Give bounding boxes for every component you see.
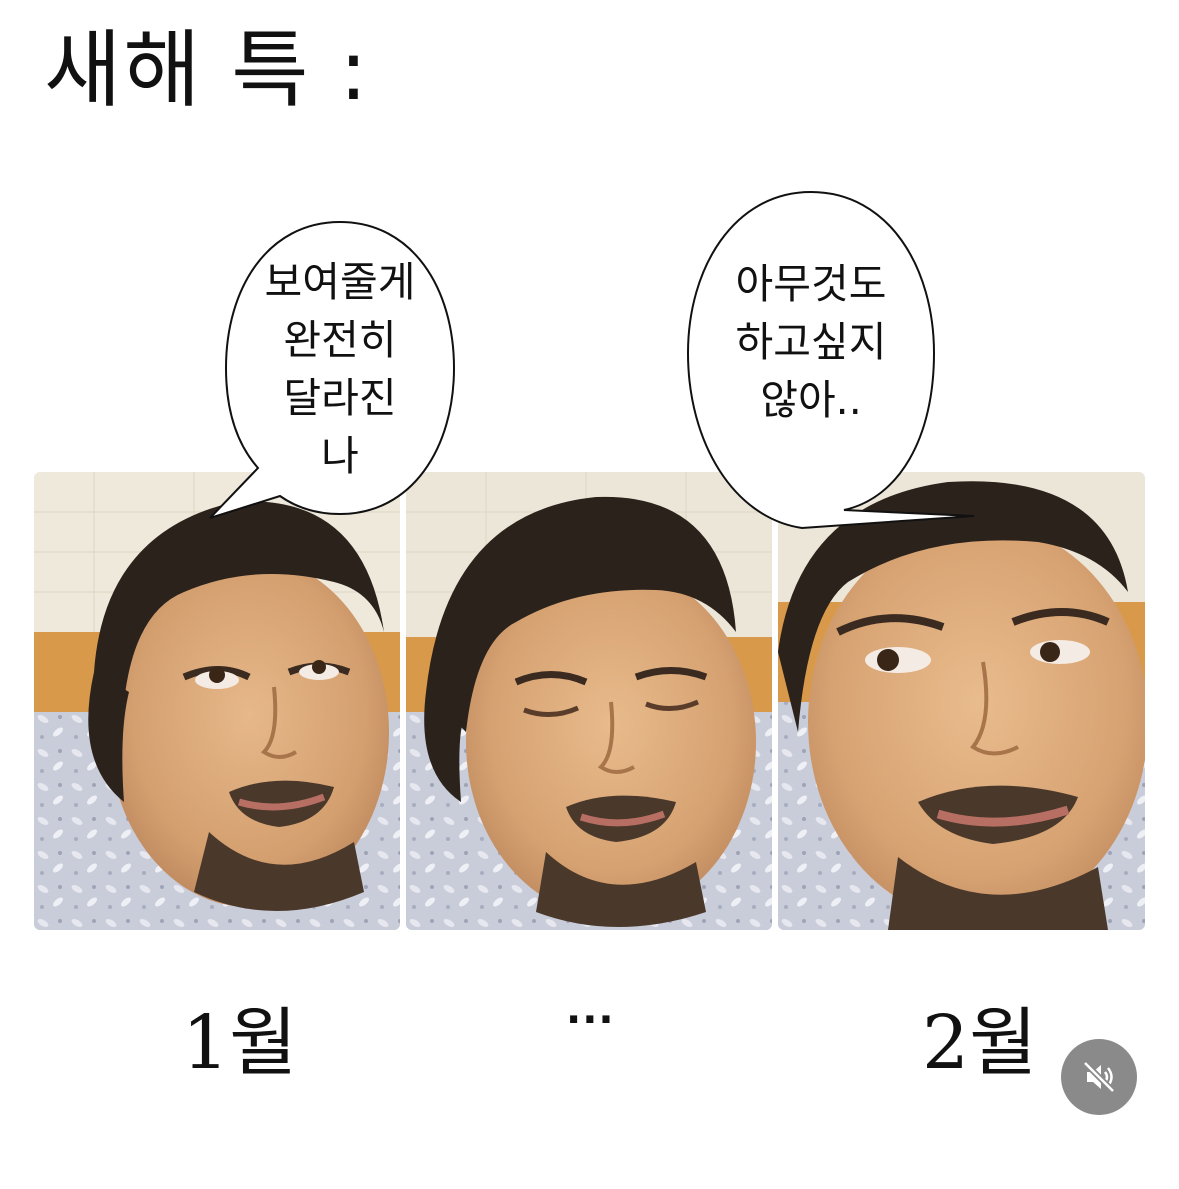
man-face-eyes-open-image [778,472,1145,930]
label-february: 2월 [922,1000,1038,1086]
bubble-line: 보여줄게 [264,258,416,306]
bubble-line: 아무것도 [735,260,887,308]
photo-panel-january [34,472,400,930]
bubble-line: 완전히 [283,316,397,364]
label-ellipsis: ··· [566,997,615,1043]
man-face-eyes-closed-image [406,472,772,930]
man-face-eyes-up-image [34,472,400,930]
speech-bubble-text: 아무것도 하고싶지 않아.. [736,255,887,429]
page-title: 새해 특 : [44,21,370,119]
speech-bubble-february: 아무것도 하고싶지 않아.. [684,188,975,536]
bubble-line: 달라진 [283,374,397,422]
bubble-line: 하고싶지 [735,318,887,366]
speech-bubble-text: 보여줄게 완전히 달라진 나 [265,253,416,485]
photo-panel-february [778,472,1145,930]
bubble-line: 나 [321,432,359,480]
speech-bubble-january: 보여줄게 완전히 달라진 나 [209,218,458,520]
mute-toggle-button[interactable] [1061,1039,1137,1115]
label-january: 1월 [182,1000,298,1086]
photo-panel-middle [406,472,772,930]
bubble-line: 않아.. [760,376,862,424]
speaker-muted-icon [1082,1060,1116,1094]
